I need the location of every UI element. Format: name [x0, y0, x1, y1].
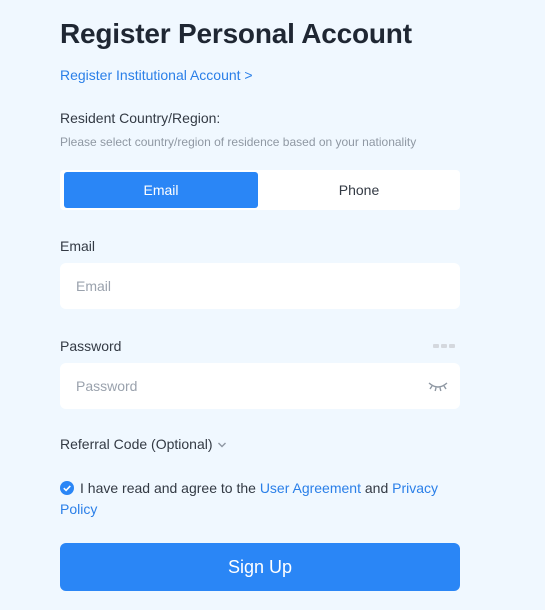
email-field-container — [60, 263, 460, 309]
password-field[interactable] — [76, 363, 416, 409]
password-strength-icon — [433, 344, 455, 348]
chevron-down-icon — [217, 442, 226, 448]
sign-up-button[interactable]: Sign Up — [60, 543, 460, 591]
country-region-help-text: Please select country/region of residenc… — [60, 135, 417, 149]
signup-method-tabs: Email Phone — [60, 170, 460, 210]
agreement-text: I have read and agree to the — [80, 480, 260, 496]
agreement-and-text: and — [360, 480, 393, 496]
password-field-container — [60, 363, 460, 409]
agreement-row: I have read and agree to the User Agreem… — [60, 478, 460, 520]
email-field[interactable] — [76, 263, 416, 309]
register-institutional-link[interactable]: Register Institutional Account > — [60, 67, 253, 83]
referral-code-label: Referral Code (Optional) — [60, 436, 213, 452]
referral-code-toggle[interactable]: Referral Code (Optional) — [60, 436, 227, 452]
page-title: Register Personal Account — [60, 18, 412, 49]
email-label: Email — [60, 238, 96, 254]
country-region-label: Resident Country/Region: — [60, 110, 221, 126]
tab-email[interactable]: Email — [64, 172, 258, 208]
tab-phone[interactable]: Phone — [262, 172, 456, 208]
checkbox-checked-icon[interactable] — [60, 481, 74, 495]
password-label: Password — [60, 338, 122, 354]
eye-closed-icon[interactable] — [428, 379, 448, 393]
user-agreement-link[interactable]: User Agreement — [260, 480, 361, 496]
